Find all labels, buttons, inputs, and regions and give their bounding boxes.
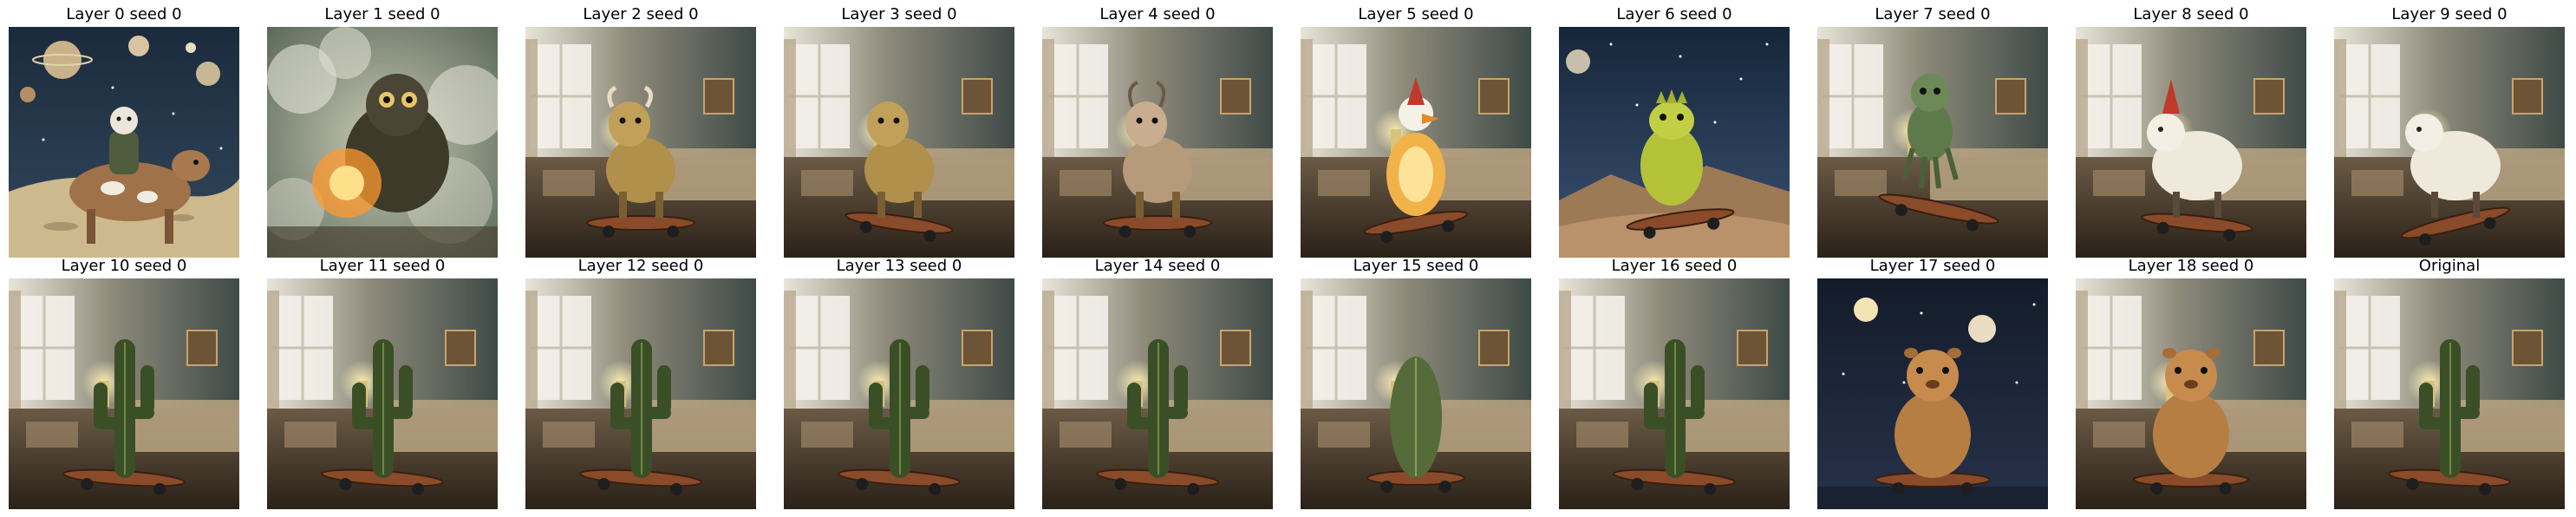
panel-title: Layer 6 seed 0: [1616, 5, 1732, 23]
image-panel: Layer 5 seed 0: [1301, 3, 1531, 258]
panel-title: Layer 2 seed 0: [583, 5, 699, 23]
image-panel: Layer 15 seed 0: [1301, 254, 1531, 509]
generated-image: [267, 278, 498, 509]
panel-title: Original: [2418, 257, 2481, 275]
panel-title: Layer 12 seed 0: [577, 257, 704, 275]
panel-title: Layer 3 seed 0: [841, 5, 957, 23]
image-panel: Layer 8 seed 0: [2076, 3, 2306, 258]
generated-image: [9, 27, 239, 258]
image-panel: Layer 17 seed 0: [1817, 254, 2048, 509]
generated-image: [525, 27, 756, 258]
panel-title: Layer 17 seed 0: [1869, 257, 1996, 275]
panel-title: Layer 18 seed 0: [2128, 257, 2254, 275]
panel-title: Layer 0 seed 0: [66, 5, 182, 23]
image-panel: Layer 0 seed 0: [9, 3, 239, 258]
image-panel: Layer 14 seed 0: [1042, 254, 1273, 509]
panel-title: Layer 1 seed 0: [324, 5, 440, 23]
image-panel: Layer 9 seed 0: [2334, 3, 2565, 258]
generated-image: [784, 27, 1014, 258]
image-panel: Layer 7 seed 0: [1817, 3, 2048, 258]
generated-image: [1301, 27, 1531, 258]
panel-title: Layer 14 seed 0: [1094, 257, 1221, 275]
panel-title: Layer 13 seed 0: [836, 257, 962, 275]
panel-title: Layer 15 seed 0: [1353, 257, 1479, 275]
generated-image: [1559, 278, 1790, 509]
generated-image: [267, 27, 498, 258]
generated-image: [1301, 278, 1531, 509]
image-panel: Original: [2334, 254, 2565, 509]
generated-image: [525, 278, 756, 509]
image-panel: Layer 6 seed 0: [1559, 3, 1790, 258]
panel-title: Layer 9 seed 0: [2391, 5, 2508, 23]
image-panel: Layer 10 seed 0: [9, 254, 239, 509]
generated-image: [2076, 278, 2306, 509]
image-panel: Layer 11 seed 0: [267, 254, 498, 509]
image-panel: Layer 12 seed 0: [525, 254, 756, 509]
generated-image: [1559, 27, 1790, 258]
image-panel: Layer 3 seed 0: [784, 3, 1014, 258]
generated-image: [1817, 27, 2048, 258]
generated-image: [2334, 27, 2565, 258]
panel-title: Layer 16 seed 0: [1611, 257, 1738, 275]
panel-title: Layer 11 seed 0: [319, 257, 446, 275]
image-panel: Layer 1 seed 0: [267, 3, 498, 258]
generated-image: [1042, 278, 1273, 509]
generated-image: [1042, 27, 1273, 258]
image-panel: Layer 18 seed 0: [2076, 254, 2306, 509]
panel-title: Layer 10 seed 0: [61, 257, 187, 275]
panel-title: Layer 8 seed 0: [2133, 5, 2249, 23]
generated-image: [9, 278, 239, 509]
panel-title: Layer 5 seed 0: [1358, 5, 1474, 23]
image-panel: Layer 16 seed 0: [1559, 254, 1790, 509]
generated-image: [2076, 27, 2306, 258]
panel-title: Layer 7 seed 0: [1875, 5, 1991, 23]
panel-title: Layer 4 seed 0: [1099, 5, 1216, 23]
image-panel: Layer 13 seed 0: [784, 254, 1014, 509]
generated-image: [1817, 278, 2048, 509]
image-grid: Layer 0 seed 0 Layer 1 seed 0 Layer 2 se…: [0, 0, 2576, 517]
image-panel: Layer 4 seed 0: [1042, 3, 1273, 258]
generated-image: [784, 278, 1014, 509]
generated-image: [2334, 278, 2565, 509]
image-panel: Layer 2 seed 0: [525, 3, 756, 258]
